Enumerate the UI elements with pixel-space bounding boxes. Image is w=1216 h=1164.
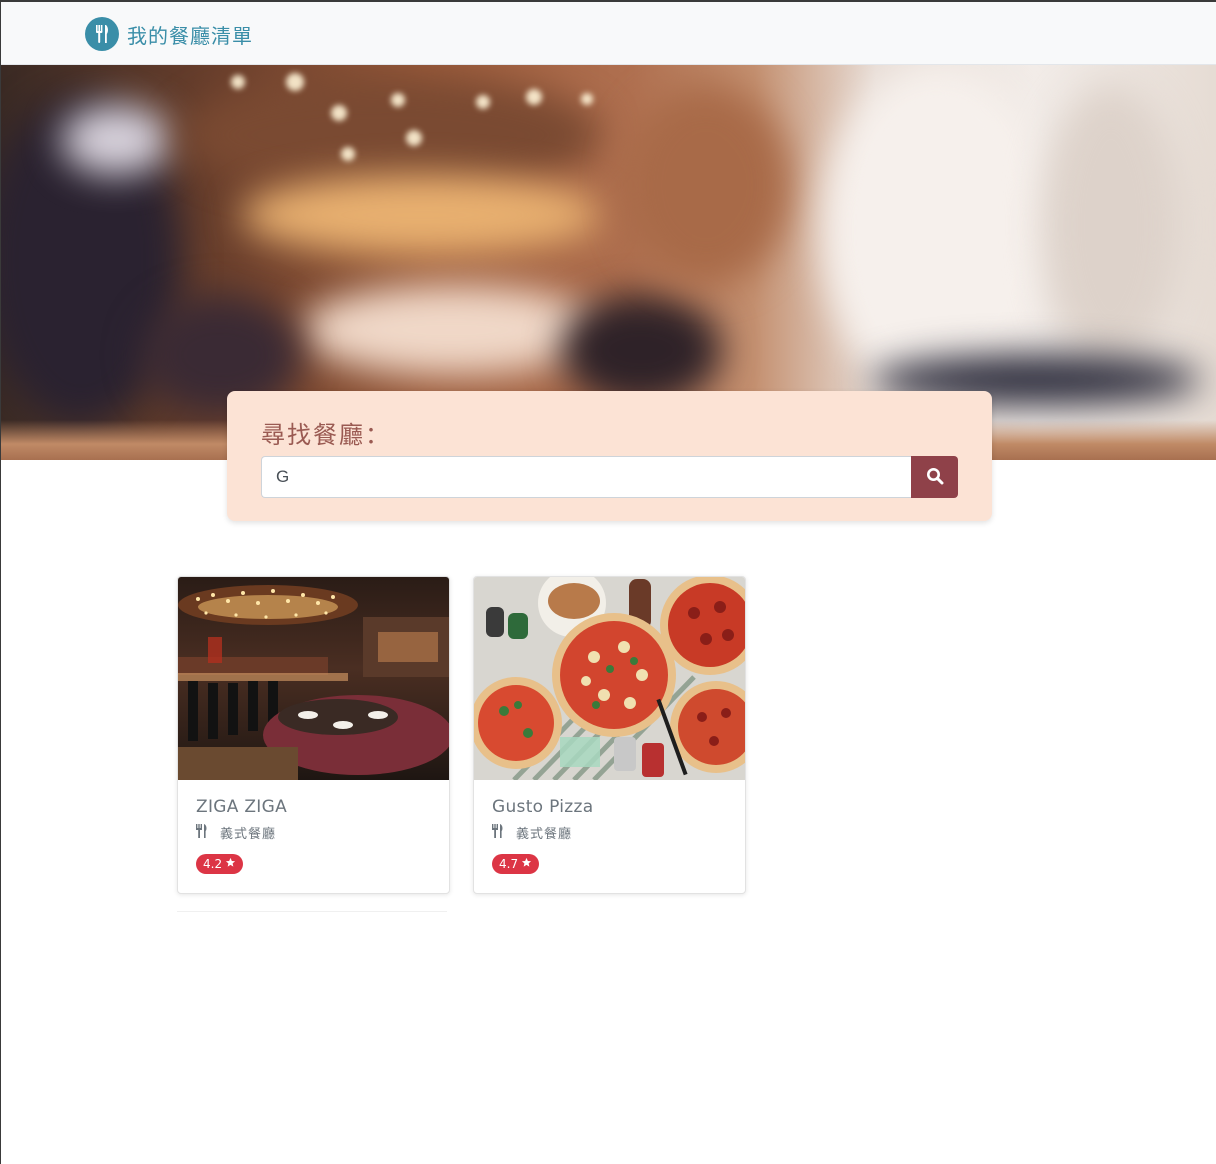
restaurant-name[interactable]: Gusto Pizza xyxy=(492,797,735,817)
search-heading: 尋找餐廳： xyxy=(261,421,391,449)
search-icon xyxy=(926,467,944,488)
star-icon xyxy=(222,857,236,871)
restaurant-category: 義式餐廳 xyxy=(492,823,735,842)
utensils-icon xyxy=(196,823,208,842)
search-input[interactable] xyxy=(261,456,912,498)
brand-link[interactable]: 我的餐廳清單 xyxy=(85,17,253,51)
brand-title: 我的餐廳清單 xyxy=(127,23,253,48)
restaurant-category: 義式餐廳 xyxy=(196,823,439,842)
navbar: 我的餐廳清單 xyxy=(1,2,1216,65)
category-label: 義式餐廳 xyxy=(516,827,573,842)
card-body: Gusto Pizza 義式餐廳 4.7 xyxy=(492,797,735,874)
divider xyxy=(177,911,447,912)
rating-badge: 4.2 xyxy=(196,854,244,874)
category-label: 義式餐廳 xyxy=(220,827,277,842)
rating-badge: 4.7 xyxy=(492,854,540,874)
utensils-icon xyxy=(85,17,119,51)
card-body: ZIGA ZIGA 義式餐廳 4.2 xyxy=(196,797,439,874)
search-panel: 尋找餐廳： xyxy=(227,391,992,521)
star-icon xyxy=(518,857,532,871)
search-button[interactable] xyxy=(911,456,958,498)
restaurant-card-ziga-ziga[interactable]: ZIGA ZIGA 義式餐廳 4.2 xyxy=(177,576,450,894)
restaurant-image[interactable] xyxy=(474,577,745,780)
rating-value: 4.2 xyxy=(203,857,223,871)
utensils-icon xyxy=(492,823,504,842)
restaurant-image[interactable] xyxy=(178,577,449,780)
restaurant-name[interactable]: ZIGA ZIGA xyxy=(196,797,439,817)
restaurant-card-gusto-pizza[interactable]: Gusto Pizza 義式餐廳 4.7 xyxy=(473,576,746,894)
rating-value: 4.7 xyxy=(499,857,519,871)
